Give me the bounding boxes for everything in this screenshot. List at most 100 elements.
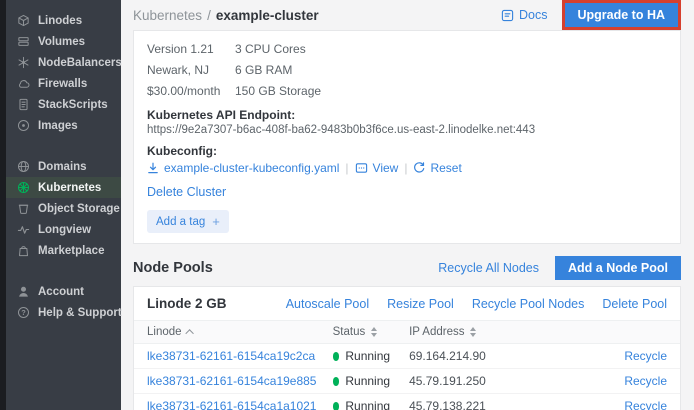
delete-pool-link[interactable]: Delete Pool — [602, 297, 667, 311]
volumes-icon — [17, 35, 30, 48]
main-content: Kubernetes / example-cluster Docs Upgrade … — [121, 0, 694, 410]
recycle-node-link[interactable]: Recycle — [533, 344, 680, 369]
tags-section: Add a tag + — [147, 210, 667, 233]
sidebar-item-label: Kubernetes — [38, 182, 101, 194]
spec-cpu: 3 CPU Cores — [235, 39, 667, 60]
spec-storage: 150 GB Storage — [235, 81, 667, 102]
status-dot-icon — [333, 377, 340, 386]
status-label: Running — [345, 374, 390, 388]
separator: | — [345, 161, 348, 175]
annotation-highlight: Upgrade to HA — [562, 0, 682, 30]
breadcrumb-separator: / — [207, 8, 211, 23]
sidebar-item-label: NodeBalancers — [38, 57, 122, 69]
recycle-node-link[interactable]: Recycle — [533, 369, 680, 394]
node-pool-card: Linode 2 GB Autoscale Pool Resize Pool R… — [133, 286, 681, 410]
sidebar-item-firewalls[interactable]: Firewalls — [0, 73, 121, 94]
sidebar-group-compute: Linodes Volumes NodeBalancers Firewalls … — [0, 10, 121, 136]
kubeconfig-label: Kubeconfig: — [147, 144, 667, 158]
status-badge: Running — [333, 399, 390, 410]
status-dot-icon — [333, 402, 340, 410]
pool-name: Linode 2 GB — [147, 296, 227, 311]
node-ip: 69.164.214.90 — [396, 344, 533, 369]
status-badge: Running — [333, 374, 390, 388]
column-header-linode[interactable]: Linode — [134, 321, 320, 344]
table-row: lke38731-62161-6154ca19c2ca Running 69.1… — [134, 344, 680, 369]
sidebar-item-stackscripts[interactable]: StackScripts — [0, 94, 121, 115]
recycle-all-nodes-link[interactable]: Recycle All Nodes — [438, 261, 539, 275]
object-storage-icon — [17, 202, 30, 215]
kubeconfig-download-link[interactable]: example-cluster-kubeconfig.yaml — [147, 161, 339, 175]
node-ip: 45.79.138.221 — [396, 394, 533, 410]
view-icon — [355, 162, 368, 174]
reset-icon — [413, 162, 425, 174]
recycle-node-link[interactable]: Recycle — [533, 394, 680, 410]
sidebar-item-marketplace[interactable]: Marketplace — [0, 240, 121, 261]
svg-text:?: ? — [21, 308, 26, 317]
images-icon — [17, 119, 30, 132]
add-tag-button[interactable]: Add a tag + — [147, 210, 229, 233]
sidebar: Linodes Volumes NodeBalancers Firewalls … — [0, 0, 121, 410]
column-header-ip-address[interactable]: IP Address — [396, 321, 533, 344]
sidebar-item-label: Marketplace — [38, 245, 104, 257]
node-pools-header: Node Pools Recycle All Nodes Add a Node … — [133, 256, 681, 280]
kubeconfig-actions: example-cluster-kubeconfig.yaml | View |… — [147, 161, 667, 175]
resize-pool-link[interactable]: Resize Pool — [387, 297, 454, 311]
breadcrumb: Kubernetes / example-cluster — [133, 8, 319, 23]
separator: | — [404, 161, 407, 175]
sidebar-item-label: Domains — [38, 161, 87, 173]
sidebar-item-domains[interactable]: Domains — [0, 156, 121, 177]
node-link[interactable]: lke38731-62161-6154ca19e885 — [134, 369, 320, 394]
account-icon — [17, 285, 30, 298]
node-link[interactable]: lke38731-62161-6154ca19c2ca — [134, 344, 320, 369]
sidebar-item-label: Firewalls — [38, 78, 87, 90]
sidebar-item-label: StackScripts — [38, 99, 108, 111]
help-icon: ? — [17, 306, 30, 319]
sidebar-item-help-support[interactable]: ? Help & Support — [0, 302, 121, 323]
docs-link[interactable]: Docs — [501, 8, 547, 22]
kubeconfig-view-link[interactable]: View — [355, 161, 399, 175]
sidebar-item-kubernetes[interactable]: Kubernetes — [0, 177, 121, 198]
app-window: Linodes Volumes NodeBalancers Firewalls … — [0, 0, 694, 410]
sidebar-item-images[interactable]: Images — [0, 115, 121, 136]
topbar-actions: Docs Upgrade to HA — [501, 0, 681, 30]
upgrade-to-ha-button[interactable]: Upgrade to HA — [565, 3, 679, 27]
cluster-specs: Version 1.21 3 CPU Cores Newark, NJ 6 GB… — [147, 39, 667, 102]
pool-actions: Autoscale Pool Resize Pool Recycle Pool … — [286, 297, 667, 311]
breadcrumb-current: example-cluster — [216, 8, 319, 23]
table-row: lke38731-62161-6154ca19e885 Running 45.7… — [134, 369, 680, 394]
api-endpoint-label: Kubernetes API Endpoint: — [147, 108, 667, 122]
view-label: View — [373, 161, 399, 175]
sidebar-item-label: Account — [38, 286, 84, 298]
sidebar-item-linodes[interactable]: Linodes — [0, 10, 121, 31]
sidebar-item-account[interactable]: Account — [0, 281, 121, 302]
breadcrumb-section[interactable]: Kubernetes — [133, 8, 202, 23]
spec-price: $30.00/month — [147, 81, 235, 102]
table-row: lke38731-62161-6154ca1a1021 Running 45.7… — [134, 394, 680, 410]
column-header-status[interactable]: Status — [320, 321, 396, 344]
column-header-actions — [533, 321, 680, 344]
domains-icon — [17, 160, 30, 173]
sidebar-item-volumes[interactable]: Volumes — [0, 31, 121, 52]
kubeconfig-reset-link[interactable]: Reset — [413, 161, 461, 175]
autoscale-pool-link[interactable]: Autoscale Pool — [286, 297, 369, 311]
column-label: Status — [333, 326, 366, 338]
spec-region: Newark, NJ — [147, 60, 235, 81]
sidebar-item-longview[interactable]: Longview — [0, 219, 121, 240]
sidebar-item-object-storage[interactable]: Object Storage — [0, 198, 121, 219]
sidebar-item-nodebalancers[interactable]: NodeBalancers — [0, 52, 121, 73]
longview-icon — [17, 223, 30, 236]
delete-cluster-link[interactable]: Delete Cluster — [147, 185, 226, 199]
column-label: Linode — [147, 326, 182, 338]
column-label: IP Address — [409, 326, 464, 338]
cluster-summary-card: Version 1.21 3 CPU Cores Newark, NJ 6 GB… — [133, 30, 681, 244]
recycle-pool-nodes-link[interactable]: Recycle Pool Nodes — [472, 297, 585, 311]
marketplace-icon — [17, 244, 30, 257]
status-dot-icon — [333, 352, 340, 361]
api-endpoint-value: https://9e2a7307-b6ac-408f-ba62-9483b0b3… — [147, 124, 667, 136]
sidebar-group-account: Account ? Help & Support — [0, 281, 121, 323]
add-node-pool-button[interactable]: Add a Node Pool — [555, 256, 681, 280]
node-ip: 45.79.191.250 — [396, 369, 533, 394]
kubernetes-icon — [17, 181, 30, 194]
stackscripts-icon — [17, 98, 30, 111]
node-link[interactable]: lke38731-62161-6154ca1a1021 — [134, 394, 320, 410]
